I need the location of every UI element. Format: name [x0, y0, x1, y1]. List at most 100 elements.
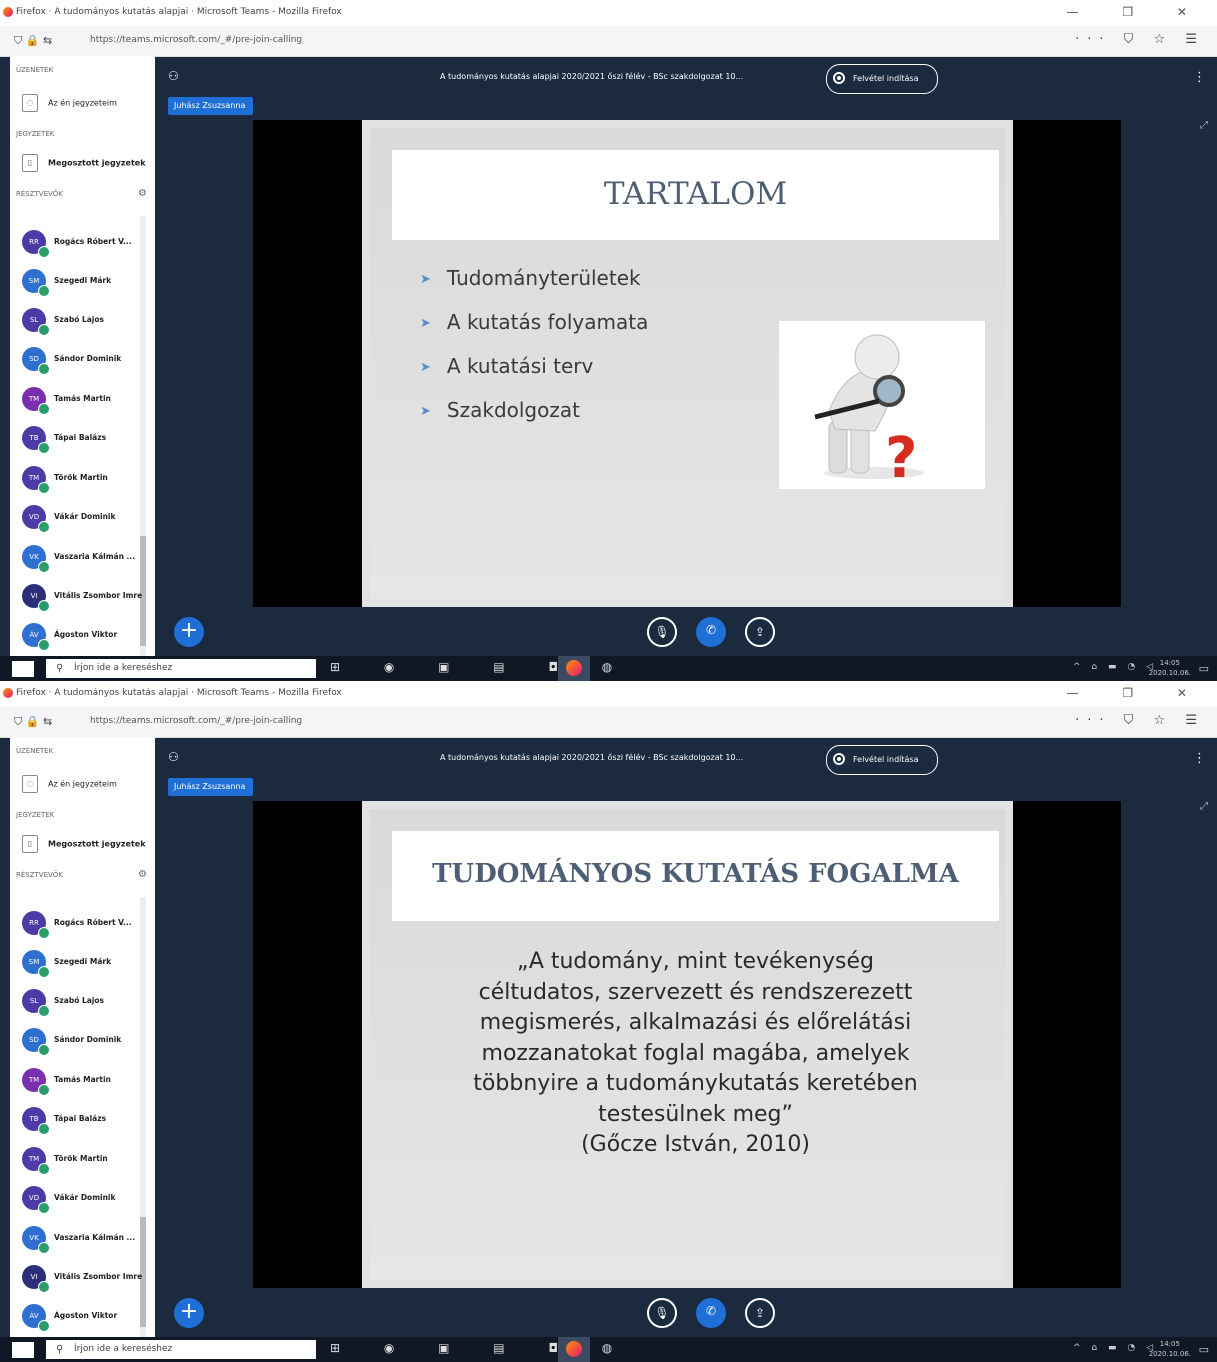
participant-name: Vitális Zsombor Imre: [54, 1272, 143, 1281]
participant-item[interactable]: ÁV Ágoston Viktor: [22, 621, 150, 653]
participant-name: Török Martin: [54, 473, 108, 482]
hang-up-button[interactable]: ✆: [696, 617, 726, 647]
status-badge: [38, 561, 50, 573]
people-icon[interactable]: ⚇: [168, 750, 179, 764]
participant-item[interactable]: VD Vákár Dominik: [22, 1184, 150, 1216]
participant-item[interactable]: SM Szegedi Márk: [22, 267, 150, 299]
shared-notes-item[interactable]: ▯ Megosztott jegyzetek: [22, 154, 146, 172]
participant-item[interactable]: TM Tamás Martin: [22, 1066, 150, 1098]
mute-microphone-button[interactable]: 🎙: [647, 1298, 677, 1328]
status-badge: [38, 1320, 50, 1332]
participant-name: Tápai Balázs: [54, 433, 107, 442]
status-badge: [38, 1163, 50, 1175]
participant-item[interactable]: SL Szabó Lajos: [22, 306, 150, 338]
taskbar-search[interactable]: ⚲ Írjon ide a kereséshez: [46, 659, 316, 678]
notification-icon[interactable]: ▭: [1199, 1343, 1209, 1356]
bullet-item: ➤ A kutatás folyamata: [420, 310, 648, 334]
browser-toolbar-icons[interactable]: ··· ⛉ ☆ ☰: [1075, 713, 1205, 728]
expand-icon[interactable]: ⤢: [1200, 120, 1208, 131]
window-controls[interactable]: — ❐ ✕: [1067, 686, 1207, 700]
taskbar-search[interactable]: ⚲ Írjon ide a kereséshez: [46, 1340, 316, 1359]
status-badge: [38, 363, 50, 375]
site-info-icon[interactable]: ⛉ 🔒 ⇆: [14, 715, 52, 729]
taskbar-clock[interactable]: 14:05 2020.10.06.: [1149, 658, 1191, 678]
url-bar: ⛉ 🔒 ⇆ https://teams.microsoft.com/_#/pre-…: [0, 26, 1217, 57]
more-options-icon[interactable]: ⋮: [1193, 751, 1206, 766]
firefox-taskbar-button[interactable]: [558, 656, 590, 681]
meeting-title: A tudományos kutatás alapjai 2020/2021 ő…: [440, 72, 744, 81]
participant-item[interactable]: TM Tamás Martin: [22, 385, 150, 417]
participant-item[interactable]: SL Szabó Lajos: [22, 987, 150, 1019]
participant-item[interactable]: VK Vaszaria Kálmán ...: [22, 1224, 150, 1256]
chat-icon: ◌: [22, 94, 38, 112]
address-field[interactable]: https://teams.microsoft.com/_#/pre-join-…: [90, 35, 302, 45]
participant-name: Sándor Dominik: [54, 1035, 122, 1044]
system-tray[interactable]: ^ ⌂ ▬ ◔ ◁: [1073, 1343, 1157, 1353]
section-heading-participants: RÉSZTVEVŐK: [16, 871, 63, 879]
add-button[interactable]: +: [174, 1298, 204, 1328]
more-options-icon[interactable]: ⋮: [1193, 70, 1206, 85]
bullet-text: A kutatás folyamata: [446, 310, 649, 334]
participant-item[interactable]: ÁV Ágoston Viktor: [22, 1302, 150, 1334]
taskbar-search-placeholder: Írjon ide a kereséshez: [74, 1344, 173, 1354]
start-button[interactable]: [12, 661, 34, 677]
participant-item[interactable]: VK Vaszaria Kálmán ...: [22, 543, 150, 575]
participant-item[interactable]: VD Vákár Dominik: [22, 503, 150, 535]
people-icon[interactable]: ⚇: [168, 69, 179, 83]
bullet-arrow-icon: ➤: [420, 272, 431, 287]
slide-title: TUDOMÁNYOS KUTATÁS FOGALMA: [432, 859, 959, 889]
address-field[interactable]: https://teams.microsoft.com/_#/pre-join-…: [90, 716, 302, 726]
clock-time: 14:05: [1159, 1340, 1180, 1348]
start-recording-button[interactable]: Felvétel indítása: [826, 745, 938, 775]
status-badge: [38, 442, 50, 454]
participant-item[interactable]: TB Tápai Balázs: [22, 424, 150, 456]
participant-name: Rogács Róbert V...: [54, 918, 132, 927]
my-notes-label: Az én jegyzeteim: [48, 779, 117, 789]
search-icon: ⚲: [56, 1344, 64, 1355]
status-badge: [38, 1123, 50, 1135]
share-screen-button[interactable]: ⇪: [745, 617, 775, 647]
mute-microphone-button[interactable]: 🎙: [647, 617, 677, 647]
shared-notes-label: Megosztott jegyzetek: [48, 158, 146, 168]
slide-header-box: TUDOMÁNYOS KUTATÁS FOGALMA: [392, 831, 999, 921]
add-button[interactable]: +: [174, 617, 204, 647]
my-notes-item[interactable]: ◌ Az én jegyzeteim: [22, 94, 117, 112]
firefox-taskbar-button[interactable]: [558, 1337, 590, 1362]
gear-icon[interactable]: ⚙: [138, 188, 147, 199]
participant-item[interactable]: SM Szegedi Márk: [22, 948, 150, 980]
my-notes-item[interactable]: ◌ Az én jegyzeteim: [22, 775, 117, 793]
taskbar-clock[interactable]: 14:05 2020.10.06.: [1149, 1339, 1191, 1359]
share-screen-button[interactable]: ⇪: [745, 1298, 775, 1328]
shared-notes-item[interactable]: ▯ Megosztott jegyzetek: [22, 835, 146, 853]
quote-line: (Gőcze István, 2010): [581, 1132, 810, 1157]
system-tray[interactable]: ^ ⌂ ▬ ◔ ◁: [1073, 662, 1157, 672]
slide-body: TARTALOM ➤ Tudományterületek ➤ A kutatás fol…: [370, 128, 1005, 599]
clock-date: 2020.10.06.: [1148, 669, 1191, 677]
browser-toolbar-icons[interactable]: ··· ⛉ ☆ ☰: [1075, 32, 1205, 47]
participant-name: Vitális Zsombor Imre: [54, 591, 143, 600]
expand-icon[interactable]: ⤢: [1200, 801, 1208, 812]
hang-up-button[interactable]: ✆: [696, 1298, 726, 1328]
start-recording-button[interactable]: Felvétel indítása: [826, 64, 938, 94]
participant-name: Vákár Dominik: [54, 512, 116, 521]
site-info-icon[interactable]: ⛉ 🔒 ⇆: [14, 34, 52, 48]
participant-item[interactable]: TB Tápai Balázs: [22, 1105, 150, 1137]
section-heading-notes: JEGYZETEK: [16, 130, 55, 138]
participant-item[interactable]: VI Vitális Zsombor Imre: [22, 1263, 150, 1295]
notification-icon[interactable]: ▭: [1199, 662, 1209, 675]
participant-name: Ágoston Viktor: [54, 1311, 118, 1320]
record-label: Felvétel indítása: [853, 74, 919, 83]
svg-text:?: ?: [885, 426, 917, 489]
participant-item[interactable]: VI Vitális Zsombor Imre: [22, 582, 150, 614]
window-controls[interactable]: — ❐ ✕: [1067, 5, 1207, 19]
participant-item[interactable]: RR Rogács Róbert V...: [22, 228, 150, 260]
participant-item[interactable]: TM Török Martin: [22, 464, 150, 496]
participant-item[interactable]: SD Sándor Dominik: [22, 1026, 150, 1058]
start-button[interactable]: [12, 1342, 34, 1358]
participant-item[interactable]: TM Török Martin: [22, 1145, 150, 1177]
participant-item[interactable]: RR Rogács Róbert V...: [22, 909, 150, 941]
gear-icon[interactable]: ⚙: [138, 869, 147, 880]
participant-item[interactable]: SD Sándor Dominik: [22, 345, 150, 377]
presentation-slide: TUDOMÁNYOS KUTATÁS FOGALMA „A tudomány, m…: [362, 801, 1013, 1288]
my-notes-label: Az én jegyzeteim: [48, 98, 117, 108]
